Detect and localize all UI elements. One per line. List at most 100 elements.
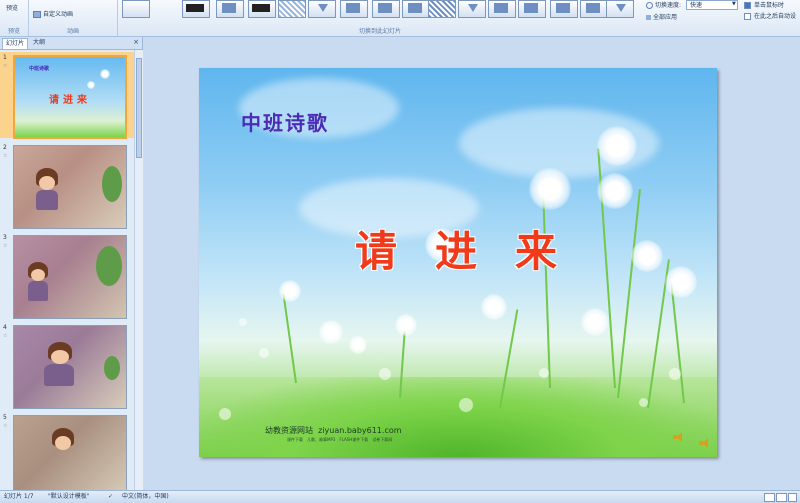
scrollbar-thumb[interactable] <box>136 58 142 158</box>
custom-animation-icon <box>33 11 41 18</box>
slide-thumbnail-1[interactable]: 1 ☆ 中班诗歌 请进来 <box>0 52 134 139</box>
thumbnail-scrollbar[interactable] <box>134 50 143 490</box>
apply-all-button[interactable]: 全部应用 <box>646 12 677 21</box>
main-slide[interactable]: 中班诗歌 请进来 幼教资源网站 ziyuan.baby611.com 课件下载 … <box>199 68 717 457</box>
thumb-heading: 请进来 <box>49 95 91 106</box>
transition-strips-thumb[interactable] <box>550 0 578 18</box>
transition-random-thumb[interactable] <box>580 0 608 18</box>
slide-preview <box>13 145 127 229</box>
thumb-plant <box>104 356 120 380</box>
animation-star-icon: ☆ <box>3 63 8 69</box>
dandelion <box>395 314 417 336</box>
dandelion <box>665 266 697 298</box>
checkbox-icon <box>744 13 751 20</box>
thumb-plant <box>102 166 122 202</box>
thumb-plant <box>96 246 122 286</box>
spellcheck-icon[interactable]: ✓ <box>108 491 113 503</box>
thumb-title: 中班诗歌 <box>29 66 50 72</box>
checkbox-checked-icon <box>744 2 751 9</box>
slide-number: 2 <box>3 144 7 151</box>
dandelion <box>581 308 609 336</box>
animation-star-icon: ☆ <box>3 243 8 249</box>
bokeh-dot <box>639 398 648 407</box>
template-name: "默认设计模板" <box>48 493 90 500</box>
tab-slides[interactable]: 幻灯片 <box>2 38 29 49</box>
site-url: ziyuan.baby611.com <box>318 426 402 435</box>
thumb-girl-face <box>31 269 45 281</box>
bokeh-dot <box>539 368 549 378</box>
transition-group-label: 切换到此幻灯片 <box>358 28 401 35</box>
slide-preview: 中班诗歌 请进来 <box>13 55 127 139</box>
status-bar: 幻灯片 1/7 "默认设计模板" ✓ 中文(简体，中国) <box>0 490 800 503</box>
slide-thumbnail-5[interactable]: 5 ☆ <box>0 412 134 490</box>
thumb-girl-dress <box>44 364 74 386</box>
slide-sorter-icon[interactable] <box>776 493 787 502</box>
sound-icon[interactable] <box>699 438 709 448</box>
transition-none-thumb[interactable] <box>122 0 150 18</box>
pane-tabs: 幻灯片 大纲 × <box>0 37 142 50</box>
thumb-girl-dress <box>36 190 58 210</box>
animation-group-label: 动画 <box>66 28 79 35</box>
slide-title[interactable]: 中班诗歌 <box>241 107 329 136</box>
bokeh-dot <box>219 408 231 420</box>
grass-meadow <box>199 377 717 457</box>
dandelion-stem <box>282 293 297 384</box>
slide-number: 4 <box>3 324 7 331</box>
slide-thumbnail-2[interactable]: 2 ☆ <box>0 142 134 229</box>
transition-cut-thumb[interactable] <box>216 0 244 18</box>
slide-number: 5 <box>3 414 7 421</box>
dandelion <box>631 240 663 272</box>
slideshow-icon[interactable] <box>788 493 797 502</box>
transition-uncover-thumb[interactable] <box>518 0 546 18</box>
transition-wipe-right-thumb[interactable] <box>372 0 400 18</box>
dandelion <box>349 336 367 354</box>
dandelion <box>319 320 343 344</box>
transition-more-thumb[interactable] <box>606 0 634 18</box>
slides-pane: 幻灯片 大纲 × 1 ☆ 中班诗歌 请进来 2 ☆ 3 ☆ 4 ☆ 5 ☆ <box>0 37 143 490</box>
animation-star-icon: ☆ <box>3 423 8 429</box>
bokeh-dot <box>459 398 473 412</box>
custom-animation-button[interactable]: 自定义动画 <box>33 9 73 18</box>
close-icon[interactable]: × <box>133 38 139 46</box>
dandelion <box>529 168 571 210</box>
transition-box-thumb[interactable] <box>428 0 456 18</box>
bokeh-dot <box>379 368 391 380</box>
transition-black-thumb[interactable] <box>248 0 276 18</box>
preview-button[interactable]: 预览 <box>6 3 18 12</box>
dandelion-stem <box>617 189 641 399</box>
tab-outline[interactable]: 大纲 <box>30 38 48 48</box>
slide-thumbnail-4[interactable]: 4 ☆ <box>0 322 134 409</box>
slide-thumbnail-list: 1 ☆ 中班诗歌 请进来 2 ☆ 3 ☆ 4 ☆ 5 ☆ <box>0 50 134 490</box>
ribbon: 预览 预览 自定义动画 动画 切换到此幻灯片 切换速度: 快速 ▼ 全部应用 单… <box>0 0 800 37</box>
transition-speed-select[interactable]: 快速 <box>686 0 738 10</box>
transition-cover-up-thumb[interactable] <box>488 0 516 18</box>
normal-view-icon[interactable] <box>764 493 775 502</box>
sound-icon[interactable] <box>673 432 683 442</box>
on-click-checkbox[interactable]: 单击鼠标时 <box>744 0 784 9</box>
site-name: 幼教资源网站 ziyuan.baby611.com <box>265 426 402 435</box>
slide-heading[interactable]: 请进来 <box>355 218 595 279</box>
thumb-girl-face <box>39 176 55 190</box>
transition-wipe-left-thumb[interactable] <box>340 0 368 18</box>
transition-fade-thumb[interactable] <box>182 0 210 18</box>
thumb-girl-face <box>51 350 69 364</box>
bokeh-dot <box>239 318 247 326</box>
transition-dissolve-thumb[interactable] <box>278 0 306 18</box>
slide-thumbnail-3[interactable]: 3 ☆ <box>0 232 134 319</box>
transition-speed-label: 切换速度: <box>646 0 681 9</box>
ribbon-group-preview: 预览 预览 <box>0 0 29 36</box>
slide-preview <box>13 235 127 319</box>
transition-push-down-thumb[interactable] <box>308 0 336 18</box>
transition-split-thumb[interactable] <box>402 0 430 18</box>
thumb-dandelion <box>87 81 95 89</box>
site-links: 课件下载 儿歌、故事MP3 FLASH课件下载 试卷下载网 <box>287 437 393 442</box>
slide-number: 1 <box>3 54 7 61</box>
transition-cover-down-thumb[interactable] <box>458 0 486 18</box>
slide-preview <box>13 415 127 490</box>
apply-all-icon <box>646 15 651 20</box>
chevron-down-icon[interactable]: ▼ <box>732 1 736 7</box>
thumb-dandelion <box>100 69 110 79</box>
auto-after-checkbox[interactable]: 在此之后自动设 <box>744 11 796 20</box>
preview-group-label: 预览 <box>7 28 20 35</box>
animation-star-icon: ☆ <box>3 153 8 159</box>
